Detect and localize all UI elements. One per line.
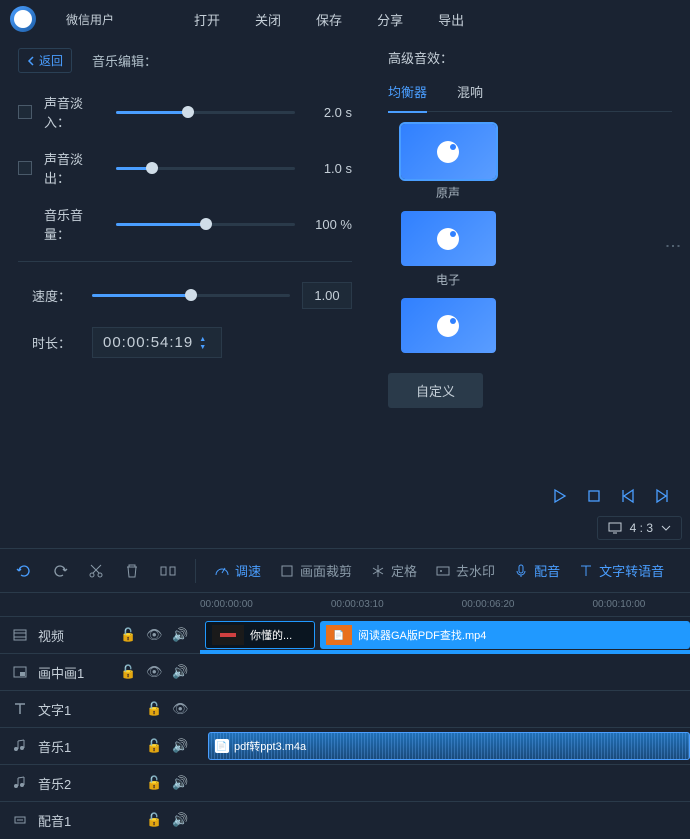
effect-original[interactable]: 原声 <box>388 124 508 201</box>
track-dub: 配音1 🔓 🔊 <box>0 801 690 838</box>
fade-in-label: 声音淡入： <box>44 93 104 131</box>
next-icon[interactable] <box>654 488 670 504</box>
delete-icon[interactable] <box>123 562 141 580</box>
speaker-icon[interactable]: 🔊 <box>172 627 188 643</box>
timeline: 00:00:00:00 00:00:03:10 00:00:06:20 00:0… <box>0 592 690 838</box>
audio-clip-1[interactable]: 📄 pdf转ppt3.m4a <box>208 732 690 760</box>
duration-label: 时长： <box>32 333 80 352</box>
music-editor-panel: 返回 音乐编辑： 声音淡入： 2.0 s 声音淡出： 1.0 s 音乐音量： 1… <box>0 38 370 548</box>
fade-in-slider[interactable] <box>116 111 295 114</box>
top-menu: 微信用户 打开 关闭 保存 分享 导出 <box>0 0 690 38</box>
fade-out-checkbox[interactable] <box>18 161 32 175</box>
track-music-1: 音乐1 🔓 🔊 📄 pdf转ppt3.m4a <box>0 727 690 764</box>
knob-icon <box>437 141 459 163</box>
lock-icon[interactable]: 🔓 <box>146 701 162 717</box>
prev-icon[interactable] <box>620 488 636 504</box>
tool-crop[interactable]: 画面裁剪 <box>279 561 352 580</box>
back-button[interactable]: 返回 <box>18 48 72 73</box>
tool-speed[interactable]: 调速 <box>214 561 261 580</box>
music-icon <box>12 775 28 791</box>
speedometer-icon <box>214 563 230 579</box>
dub-track-icon <box>12 812 28 828</box>
advanced-effects-panel: 高级音效： 均衡器 混响 原声 电子 自定义 ⋮ <box>370 38 690 548</box>
user-label: 微信用户 <box>66 11 114 28</box>
toolbar: 调速 画面裁剪 定格 去水印 配音 文字转语音 <box>0 548 690 592</box>
time-ruler[interactable]: 00:00:00:00 00:00:03:10 00:00:06:20 00:0… <box>0 593 690 616</box>
video-icon <box>12 627 28 643</box>
eye-icon[interactable]: 👁 <box>146 627 162 643</box>
volume-value: 100 % <box>307 217 352 232</box>
mic-icon <box>513 563 529 579</box>
lock-icon[interactable]: 🔓 <box>146 775 162 791</box>
speed-slider[interactable] <box>92 294 290 297</box>
aspect-ratio-selector[interactable]: 4 : 3 <box>597 516 682 540</box>
knob-icon <box>437 228 459 250</box>
tab-reverb[interactable]: 混响 <box>457 82 483 105</box>
tts-icon <box>578 563 594 579</box>
pip-icon <box>12 664 28 680</box>
track-video: 视频 🔓 👁 🔊 你懂的... 📄 阅读器GA版PDF查找.mp4 <box>0 616 690 653</box>
menu-export[interactable]: 导出 <box>438 10 464 29</box>
menu-share[interactable]: 分享 <box>377 10 403 29</box>
menu-save[interactable]: 保存 <box>316 10 342 29</box>
fade-in-value: 2.0 s <box>307 105 352 120</box>
menu-open[interactable]: 打开 <box>194 10 220 29</box>
fade-out-label: 声音淡出： <box>44 149 104 187</box>
text-icon <box>12 701 28 717</box>
track-text: 文字1 🔓 👁 <box>0 690 690 727</box>
fade-out-slider[interactable] <box>116 167 295 170</box>
knob-icon <box>437 315 459 337</box>
watermark-icon <box>435 563 451 579</box>
screen-icon <box>608 522 622 534</box>
volume-slider[interactable] <box>116 223 295 226</box>
speaker-icon[interactable]: 🔊 <box>172 775 188 791</box>
speed-value[interactable]: 1.00 <box>302 282 352 309</box>
stop-icon[interactable] <box>586 488 602 504</box>
effects-title: 高级音效： <box>388 48 672 67</box>
lock-icon[interactable]: 🔓 <box>120 664 136 680</box>
chevron-left-icon <box>27 56 35 66</box>
duration-input[interactable]: 00:00:54:19 ▲ ▼ <box>92 327 222 358</box>
speaker-icon[interactable]: 🔊 <box>172 738 188 754</box>
lock-icon[interactable]: 🔓 <box>146 812 162 828</box>
speaker-icon[interactable]: 🔊 <box>172 812 188 828</box>
video-clip-1[interactable]: 你懂的... <box>205 621 315 649</box>
chevron-down-icon <box>661 525 671 531</box>
more-dots-icon[interactable]: ⋮ <box>663 238 682 252</box>
crop-icon <box>279 563 295 579</box>
panel-title: 音乐编辑： <box>92 51 157 70</box>
track-music-2: 音乐2 🔓 🔊 <box>0 764 690 801</box>
video-clip-2[interactable]: 📄 阅读器GA版PDF查找.mp4 <box>320 621 690 649</box>
undo-icon[interactable] <box>15 562 33 580</box>
redo-icon[interactable] <box>51 562 69 580</box>
track-pip: 画中画1 🔓 👁 🔊 <box>0 653 690 690</box>
crop-split-icon[interactable] <box>159 562 177 580</box>
play-icon[interactable] <box>552 488 568 504</box>
eye-icon[interactable]: 👁 <box>172 701 188 717</box>
speed-label: 速度： <box>32 286 80 305</box>
tab-equalizer[interactable]: 均衡器 <box>388 82 427 113</box>
fade-in-checkbox[interactable] <box>18 105 32 119</box>
tool-freeze[interactable]: 定格 <box>370 561 417 580</box>
speaker-icon[interactable]: 🔊 <box>172 664 188 680</box>
music-icon <box>12 738 28 754</box>
duration-step-up[interactable]: ▲ <box>199 336 211 342</box>
tool-watermark[interactable]: 去水印 <box>435 561 495 580</box>
fade-out-value: 1.0 s <box>307 161 352 176</box>
tool-tts[interactable]: 文字转语音 <box>578 561 664 580</box>
tool-dub[interactable]: 配音 <box>513 561 560 580</box>
menu-close[interactable]: 关闭 <box>255 10 281 29</box>
eye-icon[interactable]: 👁 <box>146 664 162 680</box>
duration-step-down[interactable]: ▼ <box>199 344 211 350</box>
lock-icon[interactable]: 🔓 <box>120 627 136 643</box>
file-icon: 📄 <box>215 739 229 753</box>
effect-item-3[interactable] <box>388 298 508 353</box>
effect-electronic[interactable]: 电子 <box>388 211 508 288</box>
volume-label: 音乐音量： <box>44 205 104 243</box>
custom-button[interactable]: 自定义 <box>388 373 483 408</box>
cut-icon[interactable] <box>87 562 105 580</box>
user-avatar[interactable] <box>10 6 36 32</box>
freeze-icon <box>370 563 386 579</box>
lock-icon[interactable]: 🔓 <box>146 738 162 754</box>
